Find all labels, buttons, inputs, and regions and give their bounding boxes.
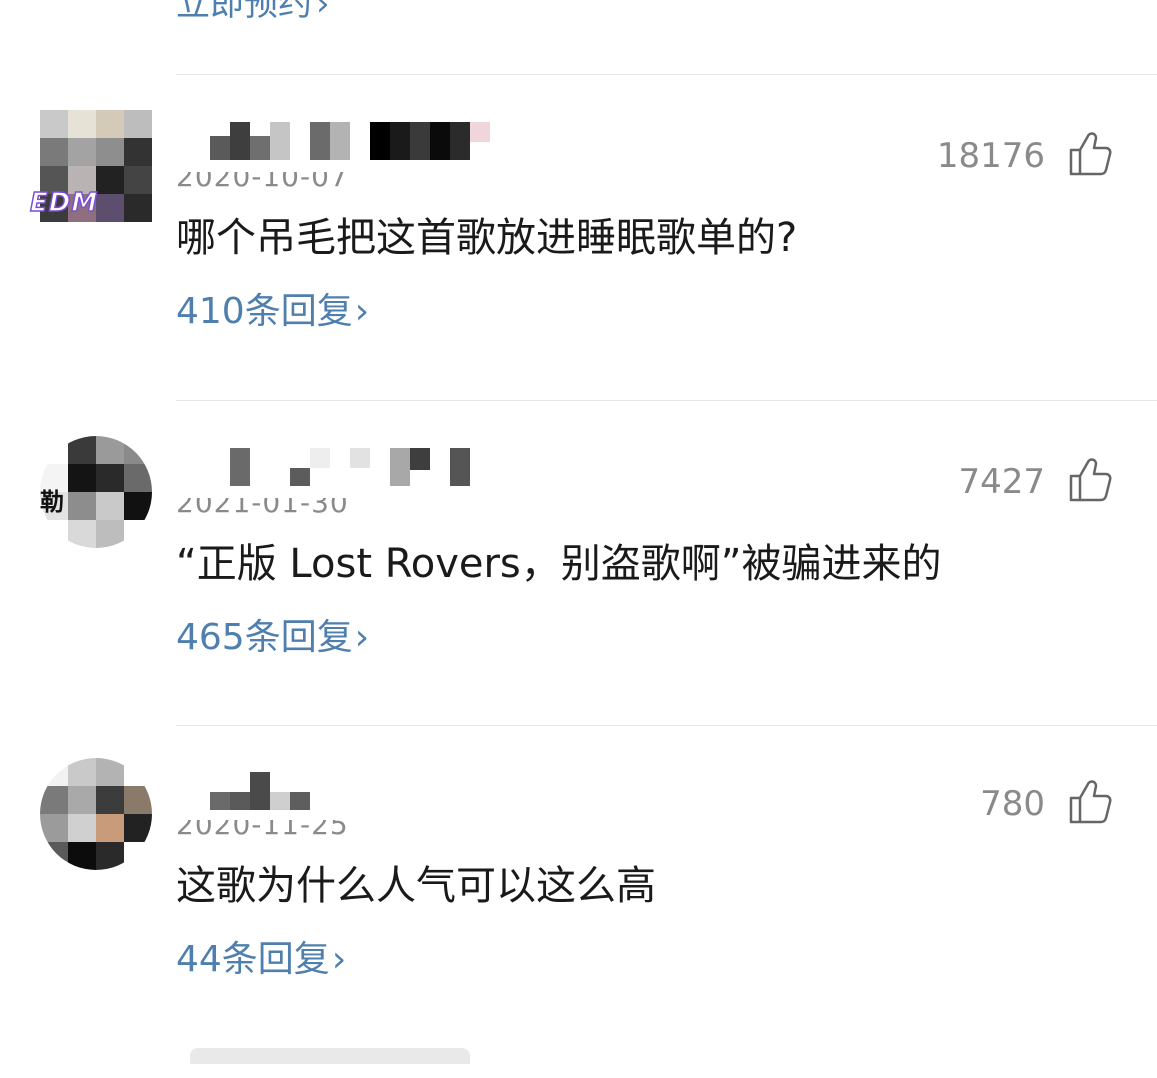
username-blurred[interactable] bbox=[210, 772, 310, 810]
reserve-now-link[interactable]: 立即预约 › bbox=[176, 0, 330, 24]
divider bbox=[176, 725, 1157, 726]
thumbs-up-icon[interactable] bbox=[1065, 128, 1117, 180]
replies-link[interactable]: 44条回复› bbox=[176, 938, 346, 982]
comment-text: “正版 Lost Rovers，别盗歌啊”被骗进来的 bbox=[176, 541, 942, 587]
thumbs-up-icon[interactable] bbox=[1065, 776, 1117, 828]
avatar[interactable] bbox=[40, 758, 152, 870]
username-blurred[interactable] bbox=[230, 448, 470, 486]
avatar-badge: 勒 bbox=[40, 488, 65, 516]
like-count: 18176 bbox=[936, 136, 1045, 176]
chevron-right-icon: › bbox=[354, 291, 370, 332]
replies-link[interactable]: 465条回复› bbox=[176, 616, 369, 660]
chevron-right-icon: › bbox=[316, 0, 330, 24]
chevron-right-icon: › bbox=[354, 617, 370, 658]
bottom-bar bbox=[190, 1048, 470, 1064]
comment-text: 这歌为什么人气可以这么高 bbox=[176, 863, 656, 909]
comment-date: 2020-11-25 bbox=[176, 808, 349, 841]
avatar-badge: EDM bbox=[29, 187, 99, 219]
username-blurred[interactable] bbox=[190, 122, 490, 160]
like-count: 780 bbox=[980, 784, 1045, 824]
replies-label: 410条回复 bbox=[176, 291, 353, 332]
comment-date: 2020-10-07 bbox=[176, 160, 349, 193]
replies-link[interactable]: 410条回复› bbox=[176, 290, 369, 334]
like-count: 7427 bbox=[958, 462, 1045, 502]
replies-label: 465条回复 bbox=[176, 617, 353, 658]
divider bbox=[176, 400, 1157, 401]
comment-text: 哪个吊毛把这首歌放进睡眠歌单的? bbox=[176, 215, 798, 261]
comment-date: 2021-01-30 bbox=[176, 486, 349, 519]
divider bbox=[176, 74, 1157, 75]
replies-label: 44条回复 bbox=[176, 939, 330, 980]
reserve-now-label: 立即预约 bbox=[176, 0, 312, 24]
chevron-right-icon: › bbox=[331, 939, 347, 980]
comment-item: 勒 2021-01-30 7427 “正版 Lost Rovers，别盗歌啊”被… bbox=[0, 436, 1157, 756]
comment-item: 2020-11-25 780 这歌为什么人气可以这么高 44条回复› bbox=[0, 758, 1157, 1078]
thumbs-up-icon[interactable] bbox=[1065, 454, 1117, 506]
comment-item: EDM 2020-10-07 18176 哪个吊毛把这首歌放进睡眠歌单的? 41… bbox=[0, 110, 1157, 430]
